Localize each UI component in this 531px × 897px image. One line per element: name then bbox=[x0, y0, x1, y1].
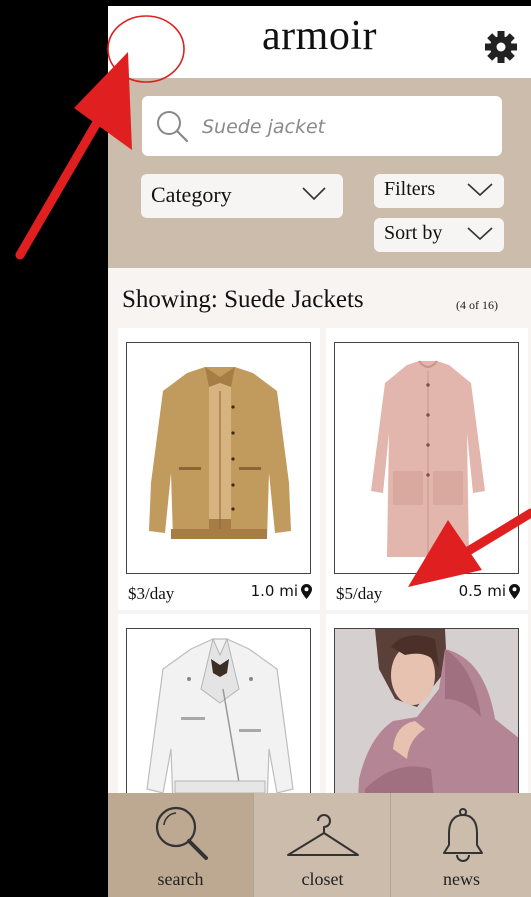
bell-icon bbox=[443, 808, 483, 862]
search-input[interactable] bbox=[200, 108, 494, 146]
price-label: $3/day bbox=[128, 584, 175, 603]
category-label: Category bbox=[151, 182, 232, 207]
distance-label: 0.5 mi bbox=[459, 582, 520, 600]
tan-suede-jacket-image bbox=[149, 367, 291, 539]
chevron-down-icon bbox=[467, 183, 493, 197]
results-count: (4 of 16) bbox=[456, 298, 498, 312]
chevron-down-icon bbox=[467, 227, 493, 241]
nav-closet-label: closet bbox=[301, 869, 344, 889]
price-label: $5/day bbox=[336, 584, 383, 603]
top-bar: armoir bbox=[108, 6, 531, 78]
product-card[interactable]: $5/day 0.5 mi bbox=[326, 328, 528, 610]
app-title: armoir bbox=[262, 13, 377, 59]
nav-search-tab[interactable]: search bbox=[108, 793, 253, 897]
filters-dropdown[interactable]: Filters bbox=[374, 174, 504, 208]
product-card[interactable] bbox=[118, 614, 320, 860]
distance-value: 0.5 mi bbox=[458, 582, 506, 600]
app-screen: armoir Suede jacket Category Filters Sor… bbox=[108, 6, 531, 897]
location-pin-icon bbox=[509, 583, 520, 599]
distance-value: 1.0 mi bbox=[250, 582, 298, 600]
sort-label: Sort by bbox=[384, 222, 443, 244]
search-icon bbox=[157, 111, 189, 143]
results-title: Showing: Suede Jackets bbox=[122, 286, 364, 313]
hanger-icon bbox=[287, 814, 359, 856]
product-card[interactable] bbox=[326, 614, 528, 860]
pink-suede-coat-image bbox=[371, 360, 485, 557]
search-box[interactable] bbox=[142, 96, 502, 156]
nav-closet-tab[interactable]: closet bbox=[253, 793, 391, 897]
nav-search-label: search bbox=[157, 869, 204, 889]
filters-label: Filters bbox=[384, 178, 436, 200]
product-photo[interactable] bbox=[126, 342, 311, 574]
product-card[interactable]: $3/day 1.0 mi bbox=[118, 328, 320, 610]
chevron-down-icon bbox=[302, 187, 326, 201]
search-panel: Category Filters Sort by bbox=[108, 78, 531, 268]
nav-news-tab[interactable]: news bbox=[390, 793, 531, 897]
category-dropdown[interactable]: Category bbox=[141, 174, 343, 218]
nav-news-label: news bbox=[443, 869, 480, 889]
location-pin-icon bbox=[301, 583, 312, 599]
bottom-nav: search closet news bbox=[108, 793, 531, 897]
sort-dropdown[interactable]: Sort by bbox=[374, 218, 504, 252]
gear-icon[interactable] bbox=[484, 30, 518, 64]
product-photo[interactable] bbox=[334, 342, 519, 574]
distance-label: 1.0 mi bbox=[251, 582, 312, 600]
search-icon bbox=[155, 806, 208, 860]
results-header: Showing: Suede Jackets (4 of 16) bbox=[108, 268, 531, 328]
